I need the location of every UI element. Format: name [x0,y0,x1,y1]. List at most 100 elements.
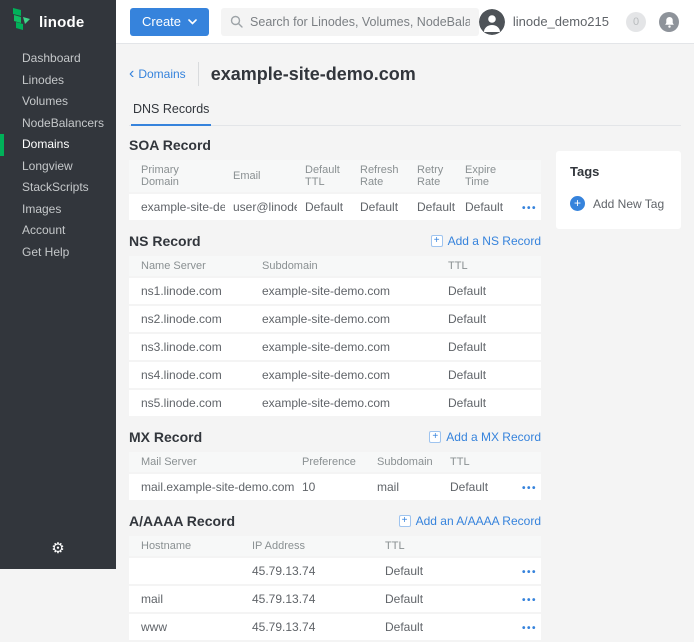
create-button-label: Create [142,14,181,29]
column-header: Hostname [129,536,244,557]
records-table-mx: Mail ServerPreferenceSubdomainTTLmail.ex… [129,452,541,502]
table-cell: Default [440,333,541,361]
table-row: example-site-demo.comuser@linode.comDefa… [129,193,541,221]
sidebar-item-domains[interactable]: Domains [0,134,116,156]
sidebar-item-get-help[interactable]: Get Help [0,242,116,264]
linode-logo-icon [11,7,32,37]
sidebar-item-dashboard[interactable]: Dashboard [0,48,116,70]
table-cell: Default [377,613,514,641]
tags-column: Tags + Add New Tag [556,126,681,642]
table-cell: Default [440,361,541,389]
row-actions-menu-button[interactable]: ••• [522,595,537,606]
table-cell [129,557,244,585]
linode-logo[interactable]: linode [0,0,116,44]
table-cell: www [129,613,244,641]
record-section-ns: NS Record+Add a NS RecordName ServerSubd… [129,232,541,418]
global-search[interactable] [221,8,479,36]
add-record-plus-icon: + [399,515,411,527]
column-header: Retry Rate [409,160,457,193]
section-title: A/AAAA Record [129,513,235,529]
record-section-a: A/AAAA Record + Add an A/AAAA Record Hostna… [129,512,541,642]
user-area: linode_demo215 0 [479,9,679,35]
add-record-link-a[interactable]: + Add an A/AAAA Record [399,514,541,528]
column-header-actions [514,452,541,473]
breadcrumb: ‹ Domains example-site-demo.com [129,62,681,86]
chevron-left-icon: ‹ [129,69,134,79]
tags-panel: Tags + Add New Tag [556,151,681,229]
page-title: example-site-demo.com [211,64,416,85]
column-header: Mail Server [129,452,294,473]
table-cell: Default [442,473,514,501]
breadcrumb-divider [198,62,199,86]
username[interactable]: linode_demo215 [513,14,609,29]
sidebar-item-linodes[interactable]: Linodes [0,70,116,92]
table-row: ns2.linode.comexample-site-demo.comDefau… [129,305,541,333]
record-section-mx: MX Record+Add a MX RecordMail ServerPref… [129,428,541,502]
column-header: Email [225,160,297,193]
table-cell: Default [377,585,514,613]
table-row: www45.79.13.74Default ••• [129,613,541,641]
column-header: Default TTL [297,160,352,193]
column-header: Refresh Rate [352,160,409,193]
notification-bell-icon[interactable] [659,12,679,32]
row-actions-menu-button[interactable]: ••• [522,483,537,494]
table-cell: 45.79.13.74 [244,613,377,641]
table-row: ns1.linode.comexample-site-demo.comDefau… [129,277,541,305]
main-content: ‹ Domains example-site-demo.com DNS Reco… [116,44,694,569]
add-record-label: Add an A/AAAA Record [416,514,541,528]
search-icon [230,15,243,28]
table-cell: ns5.linode.com [129,389,254,417]
column-header-actions [514,536,541,557]
section-head: SOA Record [129,136,541,154]
table-cell: ns3.linode.com [129,333,254,361]
column-header: TTL [377,536,514,557]
table-cell: Default [457,193,514,221]
notification-count-badge[interactable]: 0 [626,12,646,32]
chevron-down-icon [188,19,197,25]
table-cell: Default [377,557,514,585]
column-header: Primary Domain [129,160,225,193]
settings-gear-icon[interactable]: ⚙ [0,539,116,557]
table-row: mail.example-site-demo.com10mailDefault•… [129,473,541,501]
row-actions-menu-button[interactable]: ••• [522,203,537,214]
records-table-soa: Primary DomainEmailDefault TTLRefresh Ra… [129,160,541,222]
add-record-plus-icon: + [429,431,441,443]
user-avatar[interactable] [479,9,505,35]
content-row: SOA RecordPrimary DomainEmailDefault TTL… [129,126,681,642]
row-actions-menu-button[interactable]: ••• [522,623,537,634]
record-sections: SOA RecordPrimary DomainEmailDefault TTL… [129,126,541,642]
table-cell: example-site-demo.com [254,361,440,389]
table-cell: 10 [294,473,369,501]
table-cell: mail [369,473,442,501]
table-cell: ns2.linode.com [129,305,254,333]
table-cell: Default [297,193,352,221]
breadcrumb-back-link[interactable]: ‹ Domains [129,67,186,81]
sidebar-item-images[interactable]: Images [0,199,116,221]
table-row: ns4.linode.comexample-site-demo.comDefau… [129,361,541,389]
search-input[interactable] [250,15,470,29]
column-header: TTL [440,256,541,277]
column-header-actions [514,160,541,193]
add-record-link-mx[interactable]: + Add a MX Record [429,430,541,444]
sidebar-nav: DashboardLinodesVolumesNodeBalancersDoma… [0,48,116,263]
create-button[interactable]: Create [130,8,209,36]
sidebar-item-account[interactable]: Account [0,220,116,242]
table-cell: Default [409,193,457,221]
table-cell: Default [440,305,541,333]
record-section-soa: SOA Record Primary DomainEmailDefault TTL… [129,136,541,222]
column-header: TTL [442,452,514,473]
add-record-link-ns[interactable]: +Add a NS Record [431,234,541,248]
table-cell: Default [440,389,541,417]
table-cell: 45.79.13.74 [244,557,377,585]
sidebar-item-longview[interactable]: Longview [0,156,116,178]
sidebar-item-volumes[interactable]: Volumes [0,91,116,113]
sidebar-item-stackscripts[interactable]: StackScripts [0,177,116,199]
column-header: Expire Time [457,160,514,193]
add-tag-label: Add New Tag [593,197,664,211]
add-new-tag-button[interactable]: + Add New Tag [570,196,667,211]
tab-dns-records[interactable]: DNS Records [131,98,211,126]
breadcrumb-back-label: Domains [138,67,185,81]
tab-bar: DNS Records [129,98,681,126]
sidebar-item-nodebalancers[interactable]: NodeBalancers [0,113,116,135]
add-record-label: Add a MX Record [446,430,541,444]
